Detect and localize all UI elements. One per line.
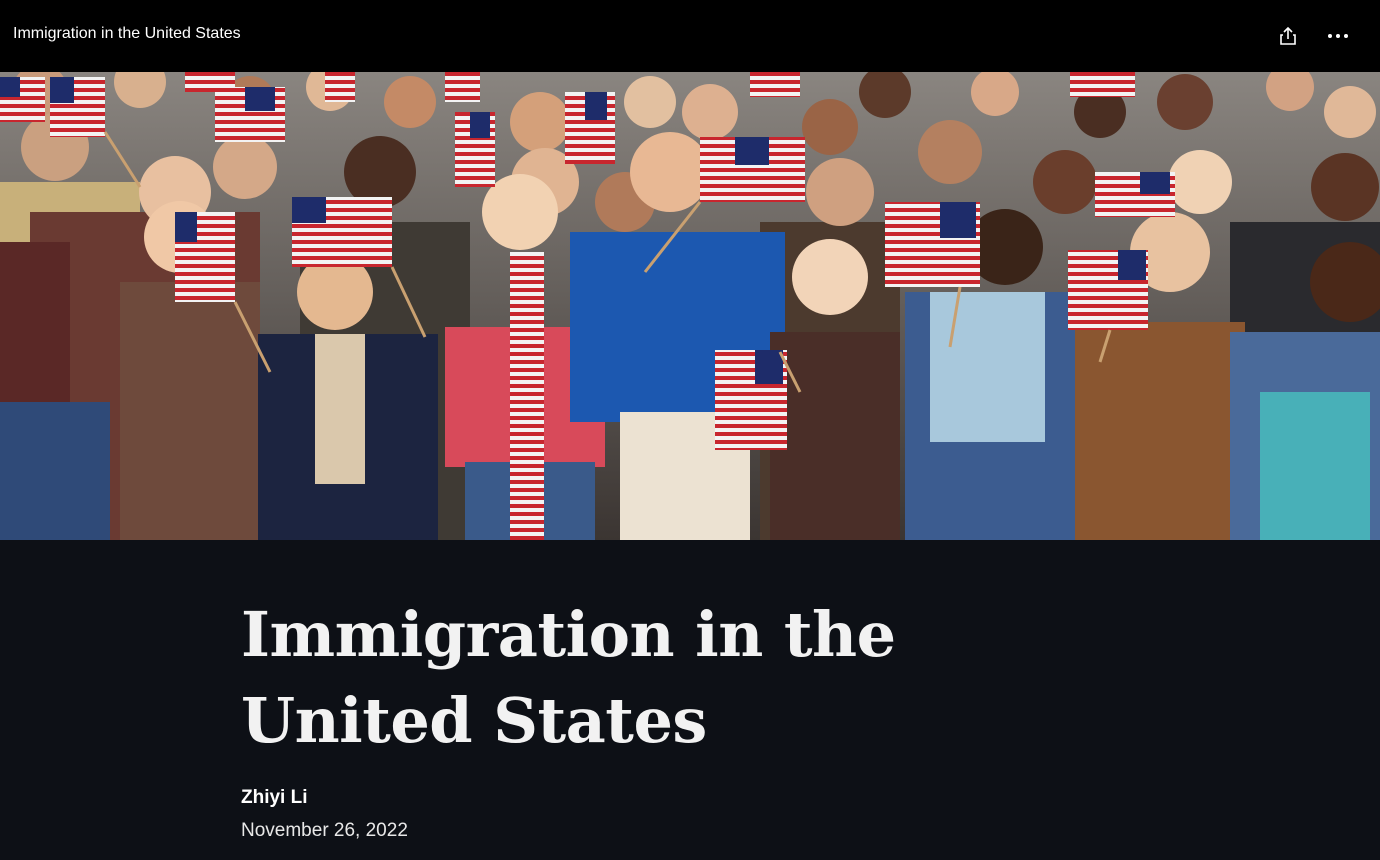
flag <box>750 72 800 97</box>
flag <box>1070 72 1135 97</box>
top-bar: Immigration in the United States <box>0 0 1380 72</box>
article-header: Immigration in the United States Zhiyi L… <box>0 540 1380 860</box>
flag <box>715 350 787 450</box>
flag <box>445 72 480 102</box>
crowd-illustration <box>0 72 1380 540</box>
flag <box>50 77 105 137</box>
toolbar-actions <box>1276 24 1350 48</box>
publish-date: November 26, 2022 <box>241 820 408 841</box>
flag <box>185 72 235 92</box>
flag <box>0 77 45 122</box>
share-icon[interactable] <box>1276 24 1300 48</box>
flag <box>1068 250 1148 330</box>
flag <box>175 212 235 302</box>
flag <box>215 87 285 142</box>
flag <box>325 72 355 102</box>
article-title: Immigration in the United States <box>241 598 896 757</box>
flag <box>1095 172 1175 217</box>
flag <box>565 92 615 164</box>
document-title: Immigration in the United States <box>13 25 241 42</box>
flag <box>292 197 392 267</box>
flag <box>885 202 980 287</box>
hero-image <box>0 72 1380 540</box>
more-horizontal-icon[interactable] <box>1326 24 1350 48</box>
author-name[interactable]: Zhiyi Li <box>241 787 308 809</box>
flag <box>700 137 805 202</box>
flag <box>455 112 495 187</box>
